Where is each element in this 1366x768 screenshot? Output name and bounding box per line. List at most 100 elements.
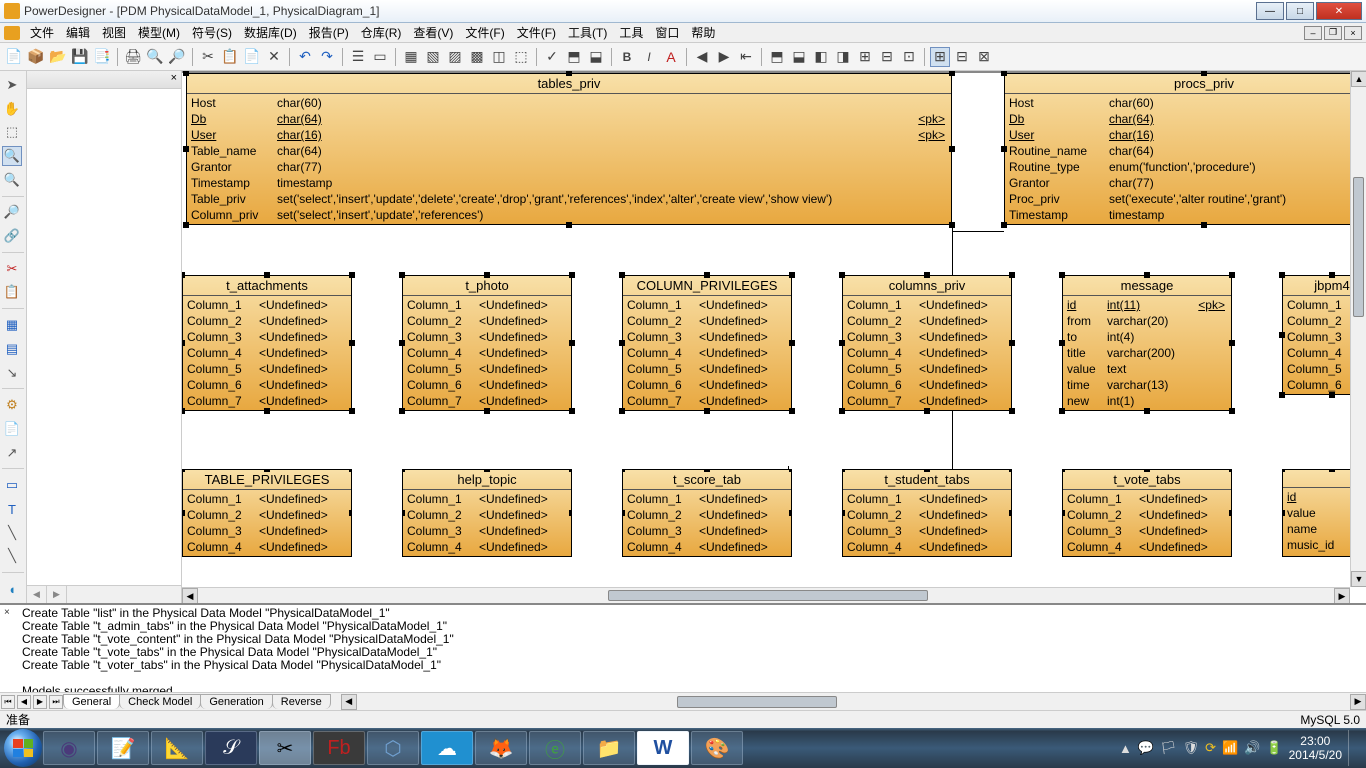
tray-flag-icon[interactable]: 🏳 bbox=[1160, 740, 1177, 756]
new-icon[interactable]: 📄 bbox=[4, 47, 24, 67]
menu-file[interactable]: 文件 bbox=[24, 22, 60, 43]
view-icon[interactable]: ▤ bbox=[2, 339, 22, 359]
menu-repository[interactable]: 仓库(R) bbox=[355, 22, 408, 43]
sync-icon[interactable]: 🔗 bbox=[2, 226, 22, 246]
shape-icon[interactable]: ◖ bbox=[2, 579, 22, 599]
output-tab-check[interactable]: Check Model bbox=[119, 694, 201, 709]
bold-icon[interactable]: B bbox=[617, 47, 637, 67]
ref-icon[interactable]: ↘ bbox=[2, 363, 22, 383]
task-flash[interactable]: Fb bbox=[313, 731, 365, 765]
db3-icon[interactable]: ◧ bbox=[811, 47, 831, 67]
menu-view[interactable]: 视图 bbox=[96, 22, 132, 43]
task-notepad[interactable]: 📝 bbox=[97, 731, 149, 765]
doc-restore[interactable]: ❐ bbox=[1324, 26, 1342, 40]
magnify-icon[interactable]: 🔎 bbox=[2, 203, 22, 223]
title-icon[interactable]: T bbox=[2, 499, 22, 519]
db7-icon[interactable]: ⊡ bbox=[899, 47, 919, 67]
tray-battery-icon[interactable]: 🔋 bbox=[1266, 740, 1282, 756]
browser-header[interactable] bbox=[27, 71, 181, 89]
menu-tools[interactable]: 工具(T) bbox=[562, 22, 613, 43]
output-nav-next[interactable]: ▶ bbox=[33, 695, 47, 709]
pointer-icon[interactable]: ➤ bbox=[2, 75, 22, 95]
db4-icon[interactable]: ◨ bbox=[833, 47, 853, 67]
menu-view2[interactable]: 查看(V) bbox=[407, 22, 459, 43]
paste-icon[interactable]: 📄 bbox=[242, 47, 262, 67]
print-icon[interactable]: 🖨 bbox=[123, 47, 143, 67]
entity-procs-priv[interactable]: procs_priv Hostchar(60)Dbchar(64)<pk>Use… bbox=[1004, 73, 1366, 225]
tray-volume-icon[interactable]: 🔊 bbox=[1244, 740, 1260, 756]
output-tab-generation[interactable]: Generation bbox=[200, 694, 272, 709]
tool5-icon[interactable]: ◫ bbox=[489, 47, 509, 67]
menu-model[interactable]: 模型(M) bbox=[132, 22, 186, 43]
menu-help[interactable]: 帮助 bbox=[685, 22, 721, 43]
saveall-icon[interactable]: 📑 bbox=[92, 47, 112, 67]
save-icon[interactable]: 💾 bbox=[70, 47, 90, 67]
copy-icon[interactable]: 📋 bbox=[220, 47, 240, 67]
cut-icon[interactable]: ✂ bbox=[198, 47, 218, 67]
db2-icon[interactable]: ⬓ bbox=[789, 47, 809, 67]
tray-sync-icon[interactable]: ⟳ bbox=[1205, 740, 1216, 756]
proc-icon[interactable]: ⚙ bbox=[2, 395, 22, 415]
italic-icon[interactable]: I bbox=[639, 47, 659, 67]
entity-t-vote-tabs[interactable]: t_vote_tabs Column_1<Undefined>Column_2<… bbox=[1062, 469, 1232, 557]
tool3-icon[interactable]: ▨ bbox=[445, 47, 465, 67]
entity-column-privileges[interactable]: COLUMN_PRIVILEGES Column_1<Undefined>Col… bbox=[622, 275, 792, 411]
db5-icon[interactable]: ⊞ bbox=[855, 47, 875, 67]
arrow-left2-icon[interactable]: ⇤ bbox=[736, 47, 756, 67]
undo-icon[interactable]: ↶ bbox=[295, 47, 315, 67]
task-eclipse[interactable]: ◉ bbox=[43, 731, 95, 765]
properties-icon[interactable]: ☰ bbox=[348, 47, 368, 67]
tool2-icon[interactable]: ▧ bbox=[423, 47, 443, 67]
browser-tab-nav-left[interactable]: ◀ bbox=[27, 586, 47, 603]
zoom-icon[interactable]: 🔍 bbox=[2, 146, 22, 166]
list-icon[interactable]: ▭ bbox=[370, 47, 390, 67]
arrow-left-icon[interactable]: ◀ bbox=[692, 47, 712, 67]
tool8-icon[interactable]: ⬓ bbox=[586, 47, 606, 67]
canvas[interactable]: tables_priv Hostchar(60)Dbchar(64)<pk>Us… bbox=[182, 71, 1366, 603]
find-icon[interactable]: 🔎 bbox=[167, 47, 187, 67]
tool1-icon[interactable]: ▦ bbox=[401, 47, 421, 67]
task-ie[interactable]: ⓔ bbox=[529, 731, 581, 765]
output-close-icon[interactable]: × bbox=[4, 607, 10, 618]
task-cloud[interactable]: ☁ bbox=[421, 731, 473, 765]
output-nav-first[interactable]: ⏮ bbox=[1, 695, 15, 709]
entity-t-student-tabs[interactable]: t_student_tabs Column_1<Undefined>Column… bbox=[842, 469, 1012, 557]
browser-tab-nav-right[interactable]: ▶ bbox=[47, 586, 67, 603]
link2-icon[interactable]: ╲ bbox=[2, 523, 22, 543]
close-button[interactable]: ✕ bbox=[1316, 2, 1362, 20]
menu-report[interactable]: 报告(P) bbox=[303, 22, 355, 43]
link-icon[interactable]: ↗ bbox=[2, 443, 22, 463]
menu-database[interactable]: 数据库(D) bbox=[238, 22, 303, 43]
output-tab-general[interactable]: General bbox=[63, 694, 120, 709]
file-icon[interactable]: 📄 bbox=[2, 419, 22, 439]
check-icon[interactable]: ✓ bbox=[542, 47, 562, 67]
text-icon[interactable]: A bbox=[661, 47, 681, 67]
horizontal-scrollbar[interactable]: ◀ ▶ bbox=[182, 587, 1350, 603]
task-matlab[interactable]: 📐 bbox=[151, 731, 203, 765]
tray-network-icon[interactable]: 📶 bbox=[1222, 740, 1238, 756]
menu-file2[interactable]: 文件(F) bbox=[459, 22, 510, 43]
maximize-button[interactable]: □ bbox=[1286, 2, 1314, 20]
tray-msg-icon[interactable]: 💬 bbox=[1138, 740, 1154, 756]
paste2-icon[interactable]: 📋 bbox=[2, 283, 22, 303]
entity-message[interactable]: message idint(11)<pk>fromvarchar(20)toin… bbox=[1062, 275, 1232, 411]
grab-icon[interactable]: ⬚ bbox=[2, 122, 22, 142]
doc-close[interactable]: × bbox=[1344, 26, 1362, 40]
output-nav-last[interactable]: ⏭ bbox=[49, 695, 63, 709]
project-icon[interactable]: 📦 bbox=[26, 47, 46, 67]
vertical-scrollbar[interactable]: ▲ ▼ bbox=[1350, 71, 1366, 587]
entity-columns-priv[interactable]: columns_priv Column_1<Undefined>Column_2… bbox=[842, 275, 1012, 411]
entity-table-privileges[interactable]: TABLE_PRIVILEGES Column_1<Undefined>Colu… bbox=[182, 469, 352, 557]
view3-icon[interactable]: ⊠ bbox=[974, 47, 994, 67]
output-tab-reverse[interactable]: Reverse bbox=[272, 694, 331, 709]
start-button[interactable] bbox=[4, 729, 42, 767]
task-snip[interactable]: ✂ bbox=[259, 731, 311, 765]
doc-minimize[interactable]: – bbox=[1304, 26, 1322, 40]
output-nav-prev[interactable]: ◀ bbox=[17, 695, 31, 709]
entity-tables-priv[interactable]: tables_priv Hostchar(60)Dbchar(64)<pk>Us… bbox=[186, 73, 952, 225]
hand-icon[interactable]: ✋ bbox=[2, 99, 22, 119]
redo-icon[interactable]: ↷ bbox=[317, 47, 337, 67]
task-app1[interactable]: 𝒮 bbox=[205, 731, 257, 765]
tray-chevron-icon[interactable]: ▲ bbox=[1119, 741, 1132, 756]
show-desktop[interactable] bbox=[1348, 730, 1356, 766]
